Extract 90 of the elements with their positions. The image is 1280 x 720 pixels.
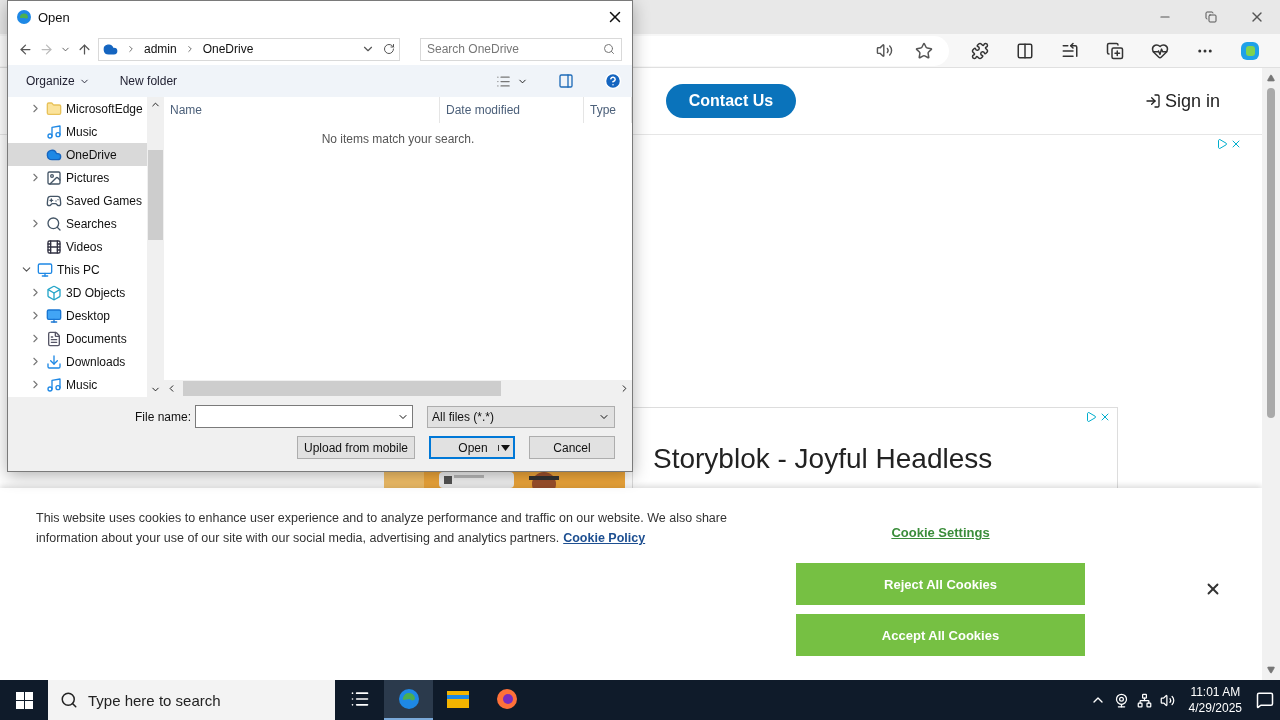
open-button[interactable]: Open <box>429 436 515 459</box>
scrollbar-thumb[interactable] <box>183 381 501 396</box>
desktop-icon <box>46 307 62 324</box>
folder-icon[interactable] <box>445 689 470 709</box>
document-icon <box>46 330 62 347</box>
copilot-icon[interactable] <box>1238 39 1261 62</box>
scroll-down-icon[interactable] <box>1267 666 1275 674</box>
picture-icon <box>46 169 62 186</box>
download-icon <box>46 353 62 370</box>
fox-browser-icon[interactable] <box>494 687 519 711</box>
help-icon[interactable] <box>604 72 622 90</box>
view-icon[interactable] <box>496 73 511 89</box>
ad-choices-icon[interactable] <box>1216 138 1228 150</box>
taskbar-app[interactable] <box>384 680 433 720</box>
music-note-icon <box>46 376 62 393</box>
monitor-icon <box>37 261 53 278</box>
upload-button[interactable]: Upload from mobile <box>297 436 415 459</box>
organize-menu[interactable]: Organize <box>26 74 90 88</box>
tree-item[interactable]: Searches <box>8 212 147 235</box>
field-label: File name: <box>134 409 191 424</box>
tree-item[interactable]: Music <box>8 373 147 396</box>
separator-chevron-icon <box>126 44 136 54</box>
ad-headline: Storyblok - Joyful Headless <box>653 443 993 475</box>
browser-icon <box>16 9 32 25</box>
sign-in-icon <box>1144 93 1161 109</box>
tree-item[interactable]: This PC <box>8 258 147 281</box>
file-name-field[interactable] <box>195 405 413 428</box>
up-icon[interactable] <box>77 41 92 57</box>
tree-item[interactable]: MicrosoftEdge <box>8 97 147 120</box>
new-folder-button[interactable]: New folder <box>119 74 178 88</box>
scroll-up-icon[interactable] <box>1267 74 1275 82</box>
read-aloud-icon[interactable] <box>876 42 893 59</box>
favorites-icon[interactable] <box>1060 41 1079 60</box>
split-screen-icon[interactable] <box>1015 41 1034 60</box>
browser-essentials-icon[interactable] <box>1150 41 1169 60</box>
tree-item[interactable]: Music <box>8 120 147 143</box>
taskbar-search-field[interactable]: Type here to search <box>48 680 335 720</box>
preview-pane-icon[interactable] <box>558 73 574 89</box>
music-note-icon <box>46 123 62 140</box>
ad-close-icon[interactable] <box>1099 411 1111 423</box>
notifications-icon[interactable] <box>1256 691 1274 709</box>
refresh-icon[interactable] <box>383 43 395 55</box>
magnifier-icon <box>46 215 62 232</box>
cookie-settings-link[interactable]: Cookie Settings <box>891 525 990 563</box>
tree-item[interactable]: Pictures <box>8 166 147 189</box>
tree-item[interactable]: OneDrive <box>8 143 147 166</box>
clock[interactable]: 11:01 AM 4/29/2025 <box>1188 684 1242 716</box>
extensions-icon[interactable] <box>970 41 989 60</box>
column-header[interactable]: Name <box>164 97 440 123</box>
cloud-icon <box>103 41 118 57</box>
favorite-star-icon[interactable] <box>915 41 933 60</box>
scrollbar-thumb[interactable] <box>148 150 163 240</box>
cookie-policy-link[interactable]: Cookie Policy <box>563 531 646 545</box>
folder-icon <box>46 100 62 117</box>
search-icon <box>60 691 78 709</box>
tree-item[interactable]: Videos <box>8 235 147 258</box>
empty-message: No items match your search. <box>321 132 475 146</box>
tree-item[interactable]: Saved Games <box>8 189 147 212</box>
task-view-icon[interactable] <box>349 689 370 709</box>
back-icon[interactable] <box>18 41 33 57</box>
search-field[interactable]: Search OneDrive <box>420 37 622 61</box>
column-header[interactable]: Date modified <box>440 97 584 123</box>
film-icon <box>46 238 62 255</box>
caret-icon <box>501 444 510 451</box>
column-header[interactable]: Type <box>584 97 632 123</box>
collections-icon[interactable] <box>1105 41 1124 60</box>
breadcrumb-item[interactable]: OneDrive <box>202 42 254 56</box>
address-field[interactable]: admin OneDrive <box>98 37 400 61</box>
cookie-notice-text: This website uses cookies to enhance user experience and to analyze performance and traffic on our website. We also share information about your use of our site with our social media, advertising and analytics partners. Cookie Policy <box>36 510 728 547</box>
tree-item[interactable]: Desktop <box>8 304 147 327</box>
scrollbar-thumb[interactable] <box>1267 88 1275 418</box>
breadcrumb-item[interactable]: admin <box>144 42 177 56</box>
network-icon[interactable] <box>1136 692 1152 708</box>
sign-in-link[interactable]: Sign in <box>1144 90 1220 112</box>
tree-item[interactable]: Documents <box>8 327 147 350</box>
ad-choices-icon[interactable] <box>1085 411 1097 423</box>
start-icon[interactable] <box>15 691 33 709</box>
ad-close-icon[interactable] <box>1230 138 1242 150</box>
restore-icon[interactable] <box>1205 11 1217 23</box>
file-type-dropdown[interactable]: All files (*.*) <box>427 405 615 428</box>
browser-icon[interactable] <box>396 687 421 711</box>
tree-item[interactable]: Downloads <box>8 350 147 373</box>
cancel-button[interactable]: Cancel <box>529 436 615 459</box>
webcam-icon[interactable] <box>1113 692 1129 708</box>
volume-icon[interactable] <box>1159 692 1175 708</box>
tree-item[interactable]: 3D Objects <box>8 281 147 304</box>
dialog-title: Open <box>38 9 70 25</box>
contact-button[interactable]: Contact Us <box>666 84 796 118</box>
cube-icon <box>46 284 62 301</box>
search-icon <box>603 43 615 55</box>
